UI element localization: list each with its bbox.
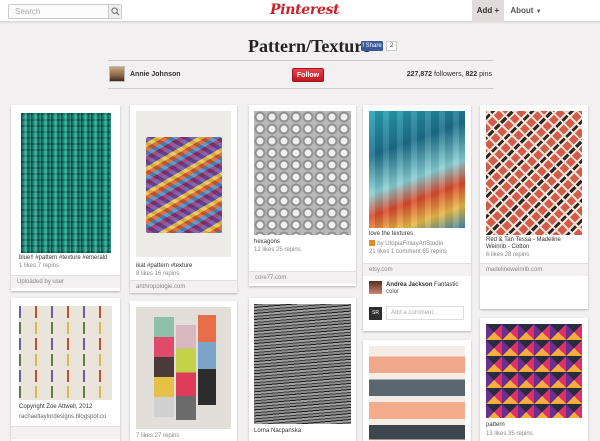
search-placeholder: Search xyxy=(15,7,41,16)
divider xyxy=(108,60,493,61)
pin-stats: 13 likes 35 repins xyxy=(486,431,533,437)
comment: Andrea Jackson Fantastic xyxy=(386,282,458,288)
pin-image[interactable] xyxy=(369,111,465,228)
search-icon xyxy=(111,7,120,16)
followers-label: followers, xyxy=(432,71,466,78)
pin-stats: 12 likes 25 repins xyxy=(254,247,301,253)
pin-image[interactable] xyxy=(254,304,351,424)
pin-stats: 21 likes 1 comment 65 repins xyxy=(369,249,448,255)
pin-source[interactable]: madelineweinrib.com xyxy=(480,263,588,276)
user-avatar: SR xyxy=(369,307,382,320)
pinterest-logo[interactable]: Pinterest xyxy=(270,2,340,20)
pinned-via: by UtopiaFinlayArtStudio xyxy=(369,238,443,247)
chevron-down-icon: ▼ xyxy=(535,9,542,15)
pin-image[interactable] xyxy=(136,307,231,429)
pin-source[interactable]: etsy.com xyxy=(363,263,471,276)
pin-footer xyxy=(11,426,120,439)
owner-name[interactable]: Annie Johnson xyxy=(130,71,181,78)
pin-stats: 8 likes 16 repins xyxy=(136,271,180,277)
followers-count: 227,872 xyxy=(406,71,433,78)
pins-count: 822 xyxy=(465,71,478,78)
pin-image[interactable] xyxy=(136,111,231,257)
pin-card[interactable]: ikat #pattern #texture 8 likes 16 repins… xyxy=(130,105,237,293)
comment-text: color xyxy=(386,289,400,295)
pin-stats: 1 likes 7 repins xyxy=(19,263,60,269)
pin-image[interactable] xyxy=(19,306,112,400)
top-navigation-bar: Search Pinterest Add + About ▼ xyxy=(0,0,600,22)
pin-description: love the textures xyxy=(369,231,414,237)
add-menu-button[interactable]: Add + xyxy=(472,0,504,22)
pin-card[interactable]: 7 likes 27 repins xyxy=(130,301,237,441)
pin-card[interactable]: hexagons 12 likes 25 repins core77.com xyxy=(249,105,356,286)
pinned-by-label[interactable]: by UtopiaFinlayArtStudio xyxy=(377,241,443,247)
share-count: 2 xyxy=(386,41,398,51)
pinner-avatar[interactable] xyxy=(369,239,375,246)
pin-card[interactable]: Red & Tan Tessa - Madeline Weinrib - Cot… xyxy=(480,105,588,309)
pin-source[interactable]: Uploaded by user xyxy=(11,275,120,288)
comment-text-inline: Fantastic xyxy=(432,282,459,288)
pin-stats: 7 likes 27 repins xyxy=(136,433,180,439)
pin-image[interactable] xyxy=(486,324,582,418)
board-title: Pattern/Texture xyxy=(248,36,370,56)
add-label: Add + xyxy=(476,6,500,15)
commenter-avatar[interactable] xyxy=(369,281,382,294)
pin-description: pattern xyxy=(486,422,505,428)
pin-description: Red & Tan Tessa - Madeline Weinrib - Cot… xyxy=(486,237,561,250)
board-stats: 227,872 followers, 822 pins xyxy=(400,71,492,78)
pin-card[interactable]: Lorna Nacpanska xyxy=(249,298,356,441)
pin-description: ikat #pattern #texture xyxy=(136,263,193,269)
pin-image[interactable] xyxy=(254,111,351,235)
pin-card[interactable]: pattern 13 likes 35 repins xyxy=(480,318,588,441)
about-menu-button[interactable]: About ▼ xyxy=(506,0,546,22)
share-label: Share xyxy=(365,43,382,49)
search-button[interactable] xyxy=(108,5,121,18)
pin-image[interactable] xyxy=(486,111,582,235)
pin-image[interactable] xyxy=(21,113,111,253)
pin-source[interactable]: rachaeltaylordesigns.blogspot.co xyxy=(19,414,106,420)
pin-source[interactable]: core77.com xyxy=(249,271,356,284)
pin-card[interactable]: blue!! #pattern #texture #emerald 1 like… xyxy=(11,105,120,291)
pin-source[interactable]: anthropologie.com xyxy=(130,280,237,293)
comment-author[interactable]: Andrea Jackson xyxy=(386,282,432,288)
pin-card[interactable]: love the textures by UtopiaFinlayArtStud… xyxy=(363,105,471,331)
pin-card[interactable]: Copyright Zoe Attwell, 2012 rachaeltaylo… xyxy=(11,298,120,441)
pin-description: hexagons xyxy=(254,239,281,245)
pin-image[interactable] xyxy=(369,346,465,441)
pin-description: Copyright Zoe Attwell, 2012 xyxy=(19,404,93,410)
facebook-share-button[interactable]: f Share xyxy=(361,41,383,51)
pins-label: pins xyxy=(477,71,492,78)
comment-input[interactable]: Add a comment... xyxy=(386,306,464,320)
divider xyxy=(108,88,493,89)
user-initials: SR xyxy=(372,310,379,316)
search-input[interactable]: Search xyxy=(8,4,122,19)
follow-button[interactable]: Follow xyxy=(292,68,324,82)
facebook-share[interactable]: f Share 2 xyxy=(361,41,398,51)
owner-avatar[interactable] xyxy=(109,66,125,82)
about-label: About xyxy=(510,6,534,15)
pin-description: blue!! #pattern #texture #emerald xyxy=(19,255,108,261)
pin-stats: 6 likes 28 repins xyxy=(486,252,530,258)
pin-description: Lorna Nacpanska xyxy=(254,428,302,434)
pin-card[interactable] xyxy=(363,340,471,441)
facebook-icon: f xyxy=(362,43,364,49)
